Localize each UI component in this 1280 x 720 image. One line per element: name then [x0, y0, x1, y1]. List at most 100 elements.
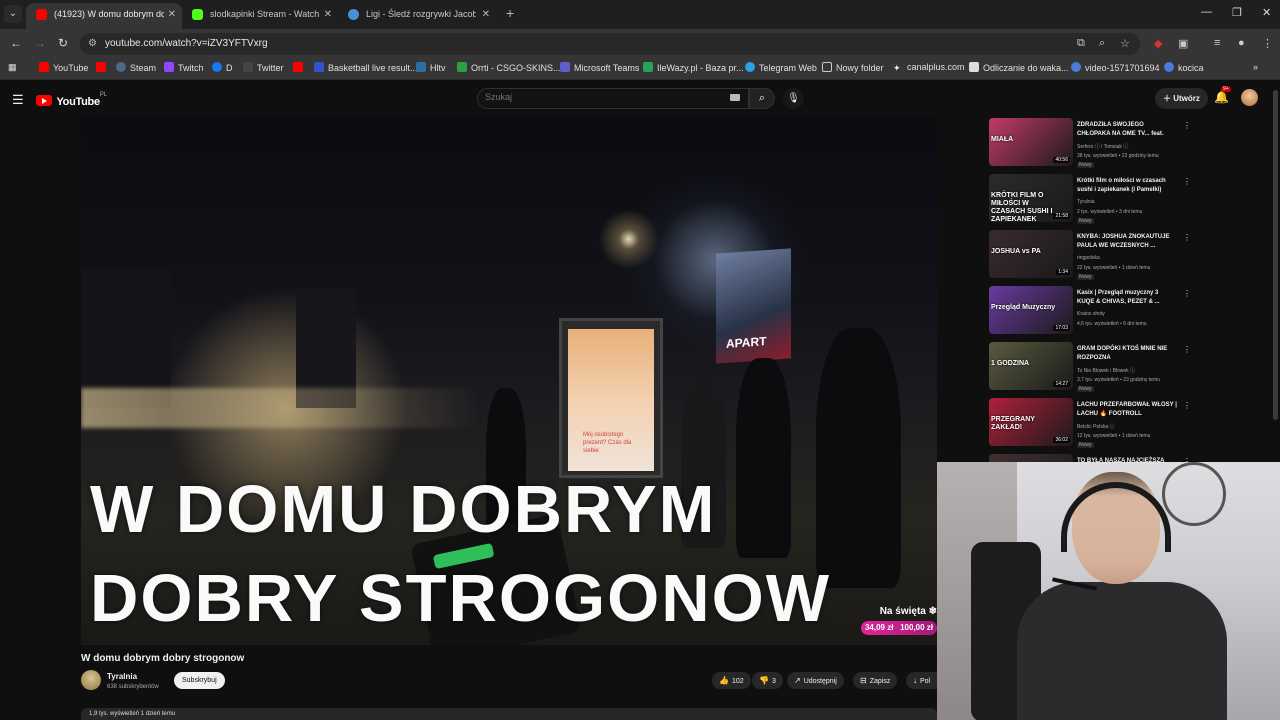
- recommended-channel[interactable]: To Nie Blowek i Blowek ⓘ: [1077, 367, 1135, 374]
- extensions-puzzle-icon[interactable]: ▣: [1178, 37, 1188, 50]
- tab-kick[interactable]: slodkapinki Stream - Watch Live ✕: [182, 3, 338, 29]
- bookmark-ilewazy[interactable]: IleWazy.pl - Baza pr...: [643, 62, 744, 73]
- close-tab-icon[interactable]: ✕: [324, 3, 332, 26]
- page-scrollbar[interactable]: [1273, 90, 1278, 420]
- more-actions-icon[interactable]: ⋮: [1183, 345, 1189, 354]
- recommended-title[interactable]: Kasix | Przegląd muzyczny 3 KUQE & CHIVA…: [1077, 289, 1177, 307]
- bookmark-facebook[interactable]: D: [212, 62, 233, 73]
- recommended-channel[interactable]: ringpolska: [1077, 255, 1100, 261]
- media-controls-icon[interactable]: ≡: [1214, 37, 1220, 49]
- more-bookmarks-icon[interactable]: »: [1253, 62, 1258, 72]
- download-button[interactable]: ↓ Pol: [906, 672, 938, 689]
- bookmark-telegram[interactable]: Telegram Web: [745, 62, 817, 73]
- video-thumbnail[interactable]: KRÓTKI FILM O MIŁOŚCI W CZASACH SUSHI I …: [989, 174, 1073, 222]
- notifications-button[interactable]: 🔔 9+: [1214, 86, 1231, 104]
- recommended-video[interactable]: JOSHUA vs PA 1:34 KNYBA: JOSHUA ZNOKAUTUJE…: [989, 230, 1189, 282]
- share-button[interactable]: ↗ Udostępnij: [787, 672, 844, 689]
- back-icon[interactable]: ←: [10, 36, 22, 50]
- tab-youtube[interactable]: (41923) W domu dobrym dobry ✕: [26, 3, 182, 29]
- recommended-channel[interactable]: Tyralnia: [1077, 199, 1095, 205]
- maximize-icon[interactable]: ❐: [1232, 6, 1242, 19]
- minimize-icon[interactable]: —: [1201, 6, 1212, 18]
- tab-search-icon[interactable]: ⌄: [4, 5, 22, 23]
- zoom-icon[interactable]: ⌕: [1099, 37, 1105, 50]
- bookmark-youtube-2[interactable]: [96, 62, 110, 73]
- menu-icon[interactable]: ☰: [12, 92, 24, 108]
- thumbnail-text: JOSHUA vs PA: [991, 248, 1041, 255]
- more-actions-icon[interactable]: ⋮: [1183, 289, 1189, 298]
- bookmark-countdown[interactable]: Odliczanie do waka...: [969, 62, 1069, 73]
- recommended-title[interactable]: Krótki film o miłości w czasach sushi i …: [1077, 177, 1177, 195]
- bookmark-kocica[interactable]: kocica: [1164, 62, 1204, 73]
- close-tab-icon[interactable]: ✕: [168, 3, 176, 26]
- subscribe-button[interactable]: Subskrybuj: [174, 672, 225, 689]
- reload-icon[interactable]: ↻: [58, 36, 68, 50]
- more-actions-icon[interactable]: ⋮: [1183, 233, 1189, 242]
- bookmark-youtube-3[interactable]: [293, 62, 307, 73]
- dislike-button[interactable]: 👎 3: [752, 672, 783, 689]
- bookmark-youtube[interactable]: YouTube: [39, 62, 88, 73]
- cast-icon[interactable]: ⧉: [1077, 37, 1085, 50]
- video-thumbnail[interactable]: MIAŁA 40:56: [989, 118, 1073, 166]
- video-description-box[interactable]: 1,9 tys. wyświetleń 1 dzień temu: [81, 708, 937, 720]
- like-button[interactable]: 👍 102: [712, 672, 751, 689]
- recommended-title[interactable]: LACHU PRZEFARBOWAŁ WŁOSY | LACHU 🔥 FOOTR…: [1077, 401, 1177, 419]
- video-thumbnail[interactable]: [989, 454, 1073, 462]
- channel-name[interactable]: Tyralnia: [107, 672, 137, 681]
- recommended-title[interactable]: ZDRADZIŁA SWOJEGO CHŁOPAKA NA OME TV... …: [1077, 121, 1177, 139]
- recommended-video[interactable]: KRÓTKI FILM O MIŁOŚCI W CZASACH SUSHI I …: [989, 174, 1189, 226]
- search-button[interactable]: ⌕: [749, 88, 775, 109]
- recommended-channel[interactable]: Betclic Polska ⓘ: [1077, 423, 1115, 430]
- more-actions-icon[interactable]: ⋮: [1183, 177, 1189, 186]
- bookmark-folder[interactable]: Nowy folder: [822, 62, 884, 73]
- recommended-video[interactable]: TO BYŁA NASZA NAJCIĘŻSZA ⋮: [989, 454, 1189, 462]
- bookmark-canalplus[interactable]: ✦ canalplus.com: [893, 62, 965, 73]
- video-thumbnail[interactable]: JOSHUA vs PA 1:34: [989, 230, 1073, 278]
- channel-avatar[interactable]: [81, 670, 101, 690]
- search-input[interactable]: [485, 92, 715, 102]
- close-window-icon[interactable]: ✕: [1262, 6, 1271, 19]
- video-thumbnail[interactable]: PRZEGRANY ZAKŁAD! 36:02: [989, 398, 1073, 446]
- recommended-title[interactable]: KNYBA: JOSHUA ZNOKAUTUJE PAULA WE WCZESN…: [1077, 233, 1177, 251]
- bookmark-twitch[interactable]: Twitch: [164, 62, 204, 73]
- video-thumbnail[interactable]: Przegląd Muzyczny 17:03: [989, 286, 1073, 334]
- forward-icon[interactable]: →: [34, 36, 46, 50]
- bookmark-csgo-skins[interactable]: Orrti - CSGO-SKINS...: [457, 62, 561, 73]
- more-actions-icon[interactable]: ⋮: [1183, 121, 1189, 130]
- url-field[interactable]: ⚙ youtube.com/watch?v=iZV3YFTVxrg: [80, 33, 1140, 55]
- bookmark-basketball[interactable]: Basketball live result...: [314, 62, 418, 73]
- globe-icon: [1071, 62, 1081, 72]
- bookmark-twitter[interactable]: Twitter: [243, 62, 284, 73]
- recommended-title[interactable]: GRAM DOPÓKI KTOŚ MNIE NIE ROZPOZNA: [1077, 345, 1177, 363]
- save-button[interactable]: ⊟ Zapisz: [853, 672, 898, 689]
- profile-icon[interactable]: ●: [1238, 37, 1245, 49]
- bookmark-teams[interactable]: Microsoft Teams: [560, 62, 639, 73]
- voice-search-button[interactable]: 🎙: [783, 88, 804, 109]
- youtube-logo[interactable]: YouTubePL: [36, 92, 107, 110]
- create-button[interactable]: ＋ Utwórz: [1155, 88, 1208, 109]
- extension-icon[interactable]: ◆: [1154, 37, 1162, 50]
- bookmark-steam[interactable]: Steam: [116, 62, 156, 73]
- recommended-channel[interactable]: Kratos shoty: [1077, 311, 1105, 317]
- browser-menu-icon[interactable]: ⋮: [1262, 37, 1273, 50]
- more-actions-icon[interactable]: ⋮: [1183, 401, 1189, 410]
- account-avatar[interactable]: [1241, 89, 1258, 106]
- recommended-video[interactable]: MIAŁA 40:56 ZDRADZIŁA SWOJEGO CHŁOPAKA NA …: [989, 118, 1189, 170]
- recommended-video[interactable]: Przegląd Muzyczny 17:03 Kasix | Przegląd m…: [989, 286, 1189, 338]
- bookmark-video[interactable]: video-1571701694: [1071, 62, 1160, 73]
- site-info-icon[interactable]: ⚙: [88, 38, 100, 50]
- bell-icon: 🔔: [1214, 90, 1229, 104]
- recommended-channel[interactable]: Serfero ⓘ i Tomsiak ⓘ: [1077, 143, 1128, 150]
- bookmark-hltv[interactable]: Hltv: [416, 62, 446, 73]
- recommended-video[interactable]: PRZEGRANY ZAKŁAD! 36:02 LACHU PRZEFARBOWAŁ…: [989, 398, 1189, 450]
- video-player[interactable]: APART Mój osobistego prezent? Czas dla s…: [81, 118, 937, 645]
- tab-leagues[interactable]: Ligi - Śledź rozgrywki Jacob Cu ✕: [338, 3, 496, 29]
- close-tab-icon[interactable]: ✕: [482, 3, 490, 26]
- keyboard-icon[interactable]: [730, 94, 740, 101]
- recommended-video[interactable]: 1 GODZINA 14:27 GRAM DOPÓKI KTOŚ MNIE NIE …: [989, 342, 1189, 394]
- video-thumbnail[interactable]: 1 GODZINA 14:27: [989, 342, 1073, 390]
- new-tab-icon[interactable]: +: [506, 5, 514, 21]
- apps-grid-icon[interactable]: ▦: [8, 62, 17, 73]
- youtube-favicon-icon: [36, 9, 47, 20]
- bookmark-star-icon[interactable]: ☆: [1120, 37, 1130, 50]
